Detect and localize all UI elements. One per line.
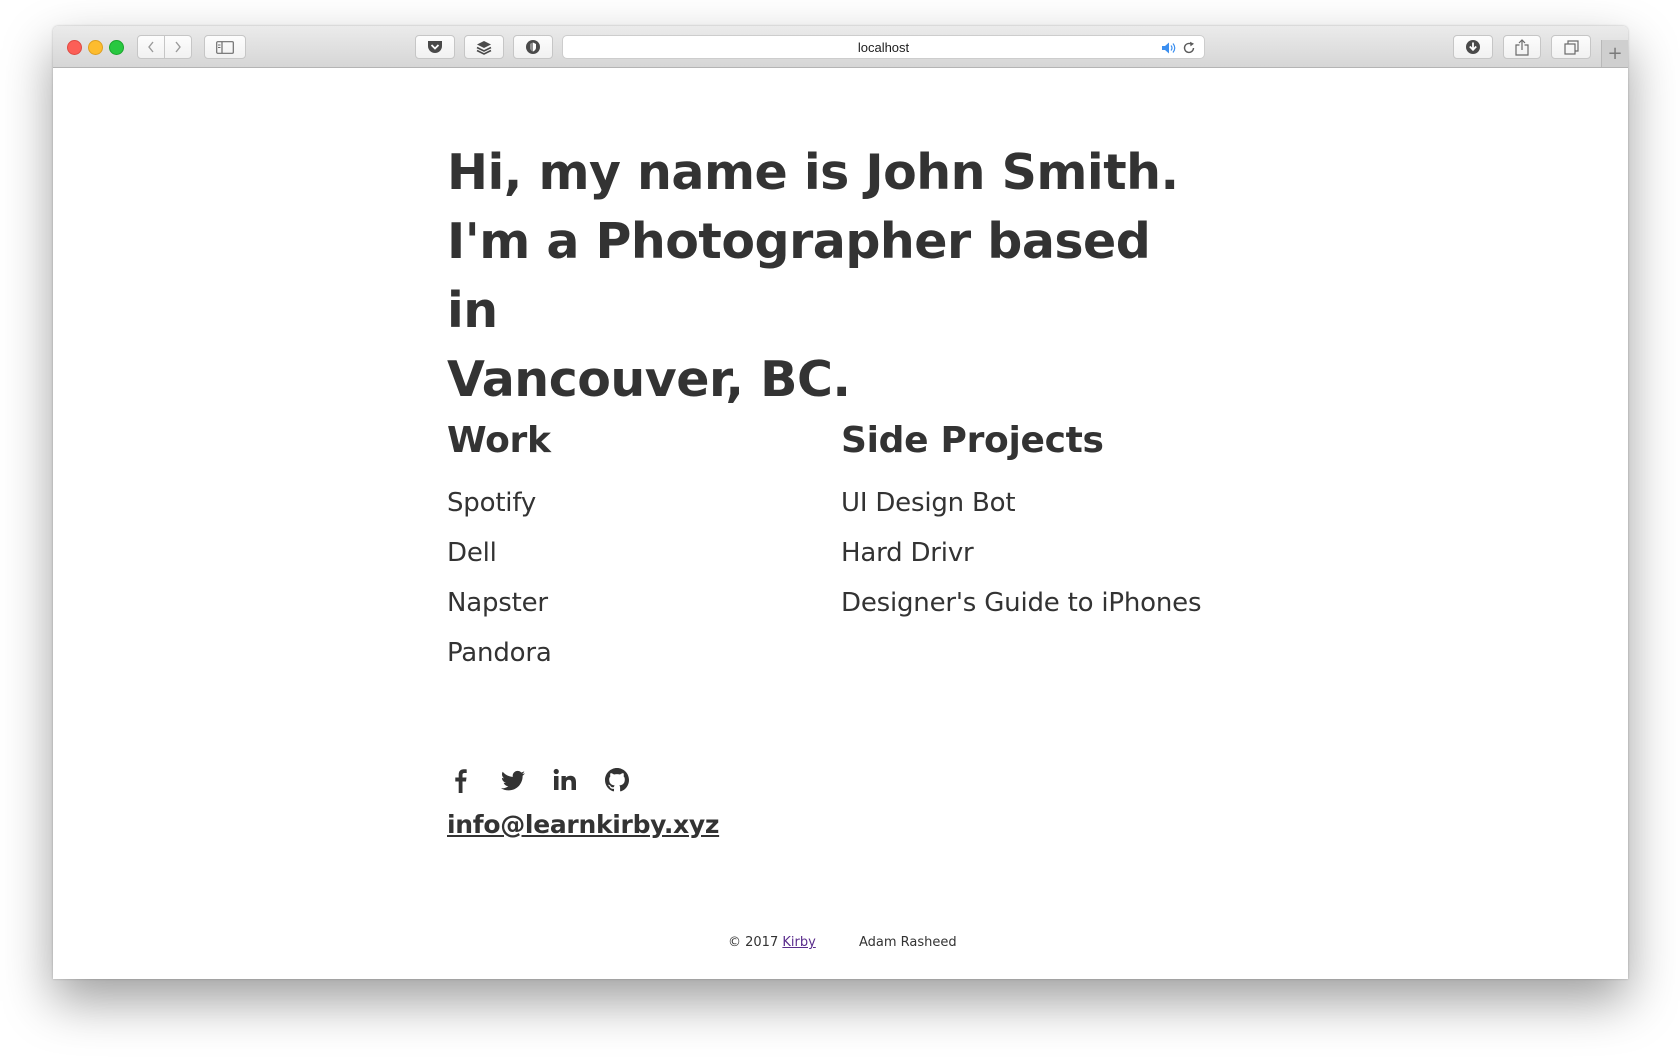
work-item-spotify[interactable]: Spotify [447,478,552,528]
pocket-icon [428,41,442,53]
work-item-dell[interactable]: Dell [447,528,552,578]
side-projects-heading: Side Projects [841,420,1104,461]
work-list: Spotify Dell Napster Pandora [447,478,552,678]
intro-heading: Hi, my name is John Smith. I'm a Photogr… [447,138,1207,414]
reload-icon[interactable] [1182,40,1196,59]
facebook-icon[interactable] [447,766,475,794]
footer-author: Adam Rasheed [859,935,957,950]
kirby-link[interactable]: Kirby [782,935,815,950]
buffer-extension-button[interactable] [464,35,504,59]
layers-icon [476,40,492,55]
side-projects-section: Side Projects UI Design Bot Hard Drivr D… [841,418,1202,628]
forward-button[interactable] [164,35,192,59]
chevron-right-icon [175,41,181,53]
twitter-icon[interactable] [499,766,527,794]
new-tab-button[interactable]: + [1601,40,1628,67]
intro-line-2: I'm a Photographer based in [447,213,1151,339]
intro-line-3: Vancouver, BC. [447,351,851,408]
sidebar-icon [216,40,234,54]
address-url: localhost [857,40,910,55]
github-icon[interactable] [603,766,631,794]
project-item-ui-design-bot[interactable]: UI Design Bot [841,478,1201,528]
screen: localhost + Hi, my name is John Smith. I… [0,0,1680,1059]
email-link[interactable]: info@learnkirby.xyz [447,810,719,839]
share-button[interactable] [1503,35,1541,59]
minimize-window-button[interactable] [88,40,103,55]
project-item-designers-guide[interactable]: Designer's Guide to iPhones [841,578,1202,628]
browser-window: localhost + Hi, my name is John Smith. I… [53,26,1628,979]
share-icon [1515,38,1529,56]
project-item-hard-drivr[interactable]: Hard Drivr [841,528,1201,578]
work-item-napster[interactable]: Napster [447,578,552,628]
page-content: Hi, my name is John Smith. I'm a Photogr… [53,68,1628,979]
social-links [447,766,631,794]
work-item-pandora[interactable]: Pandora [447,628,552,678]
speaker-icon[interactable] [1161,40,1178,59]
sidebar-toggle-button[interactable] [204,35,246,59]
privacy-extension-button[interactable] [513,35,553,59]
close-window-button[interactable] [67,40,82,55]
zoom-window-button[interactable] [109,40,124,55]
copyright: © 2017 Kirby [728,935,816,950]
side-projects-list: UI Design Bot Hard Drivr Designer's Guid… [841,478,1202,628]
work-heading: Work [447,420,551,461]
back-button[interactable] [137,35,165,59]
downloads-button[interactable] [1453,35,1493,59]
address-bar[interactable]: localhost [562,35,1205,59]
tabs-overview-icon [1563,39,1579,55]
shield-icon [526,40,540,54]
work-section: Work Spotify Dell Napster Pandora [447,418,552,678]
chevron-left-icon [148,41,154,53]
plus-icon: + [1607,43,1623,64]
download-icon [1466,40,1480,54]
pocket-extension-button[interactable] [415,35,455,59]
linkedin-icon[interactable] [551,766,579,794]
copyright-text: © 2017 [728,935,779,950]
intro-line-1: Hi, my name is John Smith. [447,144,1179,201]
browser-toolbar: localhost + [53,26,1628,68]
show-tabs-button[interactable] [1551,35,1591,59]
